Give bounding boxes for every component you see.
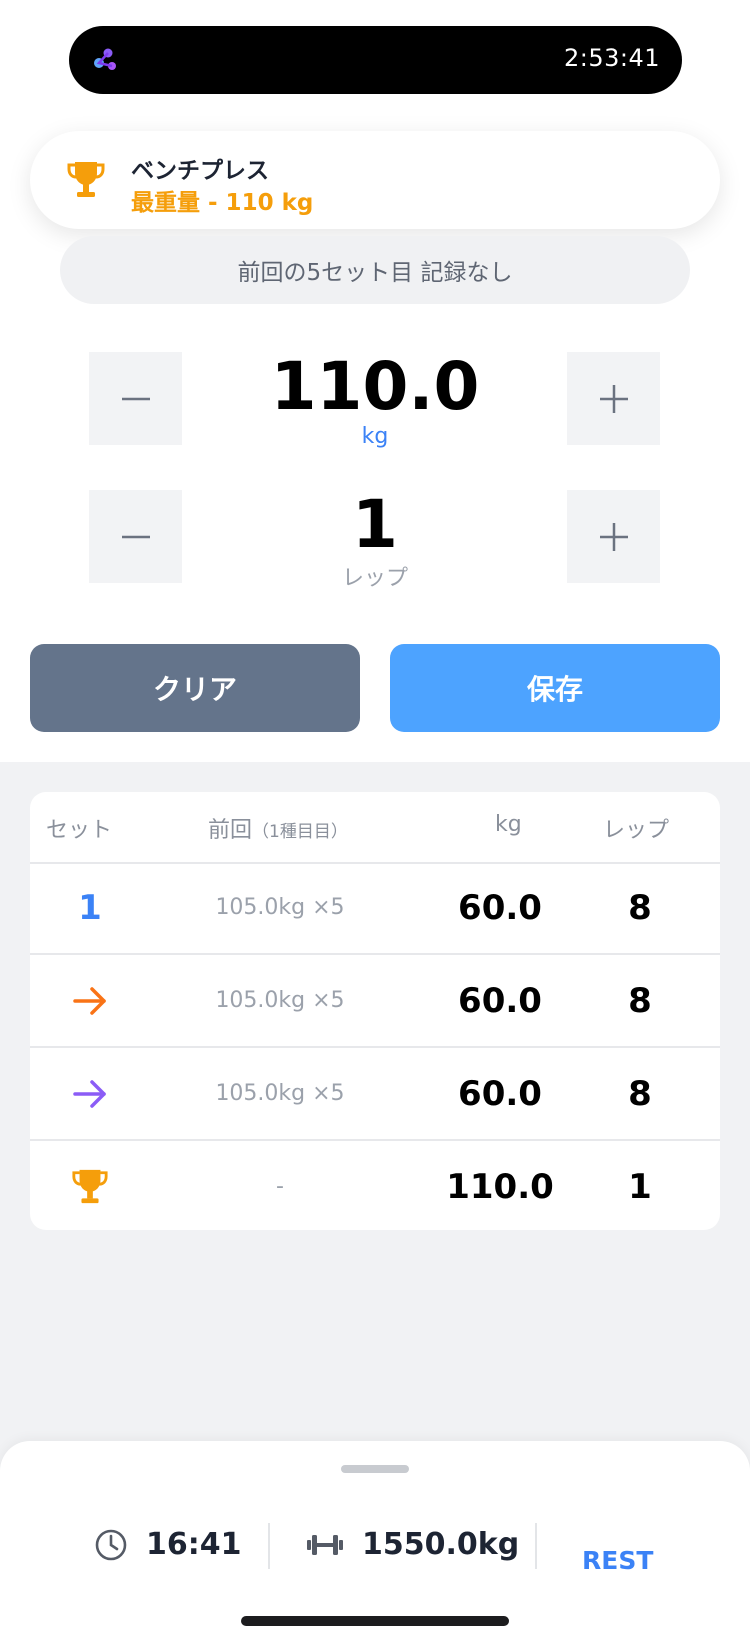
header-reps: レップ [603,818,670,843]
header-previous-label: 前回 [208,818,253,843]
set-number: 1 [78,887,102,928]
table-row[interactable]: 1 105.0kg ×5 60.0 8 [30,862,720,955]
kg-cell[interactable]: 60.0 [430,1048,570,1139]
previous-cell: 105.0kg ×5 [215,1081,345,1106]
weight-decrement-button[interactable] [89,352,182,445]
workout-summary-sheet[interactable]: 16:41 1550.0kg REST [0,1441,750,1630]
previous-cell: - [276,1174,284,1199]
weight-unit: kg [361,424,389,449]
kg-cell[interactable]: 60.0 [430,862,570,953]
reps-cell[interactable]: 8 [590,955,690,1046]
reps-increment-button[interactable] [567,490,660,583]
set-type-cell[interactable] [50,1048,130,1139]
home-indicator[interactable] [241,1616,509,1626]
header-previous-sub: （1種目目） [252,822,348,842]
header-set: セット [46,818,113,843]
volume-item: 1550.0kg [306,1527,519,1562]
previous-cell: 105.0kg ×5 [215,988,345,1013]
clear-button[interactable]: クリア [30,644,360,732]
table-row[interactable]: 105.0kg ×5 60.0 8 [30,1048,720,1141]
divider [535,1523,537,1569]
weight-value: 110.0 [270,348,480,425]
sets-table: セット 前回（1種目目） kg レップ 1 105.0kg ×5 60.0 8 … [30,792,720,1230]
dumbbell-icon [307,1534,343,1555]
plus-icon [599,522,628,551]
minus-icon [121,535,150,538]
reps-cell[interactable]: 8 [590,862,690,953]
table-header: セット 前回（1種目目） kg レップ [30,792,720,864]
divider [268,1523,270,1569]
minus-icon [121,397,150,400]
table-row[interactable]: 105.0kg ×5 60.0 8 [30,955,720,1048]
trophy-icon [72,1169,108,1203]
set-type-cell[interactable] [50,955,130,1046]
app-icon [94,48,116,70]
workout-volume: 1550.0kg [362,1527,520,1562]
reps-cell[interactable]: 8 [590,1048,690,1139]
exercise-best-weight: 最重量 - 110 kg [131,190,314,216]
header-kg: kg [495,812,522,837]
save-button[interactable]: 保存 [390,644,720,732]
dynamic-island: 2:53:41 [69,26,682,94]
workout-duration: 16:41 [146,1527,242,1562]
kg-cell[interactable]: 110.0 [430,1141,570,1230]
status-clock: 2:53:41 [563,44,660,72]
reps-value: 1 [352,486,398,563]
reps-unit: レップ [341,566,408,591]
rest-button[interactable]: REST [582,1546,653,1575]
previous-cell: 105.0kg ×5 [215,895,345,920]
plus-icon [599,384,628,413]
set-type-cell[interactable] [50,1141,130,1230]
arrow-right-icon [73,1079,106,1108]
arrow-right-icon [73,986,106,1015]
table-row[interactable]: - 110.0 1 [30,1141,720,1230]
trophy-icon [67,162,105,197]
clock-icon [95,1529,127,1560]
duration-item: 16:41 [94,1527,242,1562]
kg-cell[interactable]: 60.0 [430,955,570,1046]
sheet-grabber[interactable] [341,1465,409,1473]
reps-decrement-button[interactable] [89,490,182,583]
set-number-cell[interactable]: 1 [50,862,130,953]
weight-increment-button[interactable] [567,352,660,445]
reps-cell[interactable]: 1 [590,1141,690,1230]
exercise-card[interactable]: ベンチプレス 最重量 - 110 kg [30,131,720,229]
previous-set-note: 前回の5セット目 記録なし [60,236,690,304]
exercise-name: ベンチプレス [131,158,269,184]
header-previous: 前回（1種目目） [208,812,348,844]
